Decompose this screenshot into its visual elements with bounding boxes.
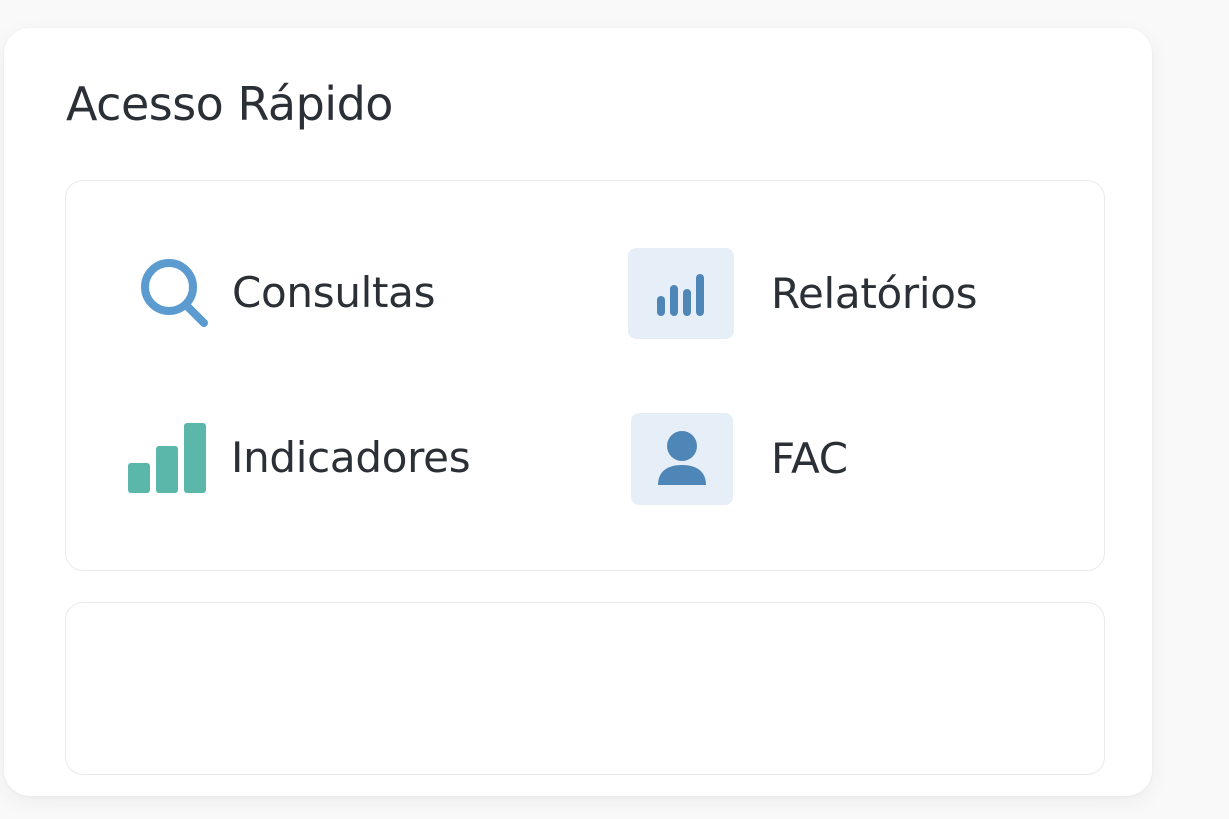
quick-link-relatorios[interactable]: Relatórios [628,248,978,339]
quick-link-label: Indicadores [231,433,471,482]
search-icon [136,255,212,331]
panel-title: Acesso Rápido [66,77,393,131]
quick-link-indicadores[interactable]: Indicadores [126,421,471,495]
quick-link-label: Consultas [232,268,436,317]
empty-card [65,602,1105,775]
quick-link-consultas[interactable]: Consultas [136,255,436,331]
quick-link-label: FAC [771,434,848,483]
quick-link-fac[interactable]: FAC [631,413,848,505]
bar-chart-icon [628,248,734,339]
quick-access-panel: Acesso Rápido Consultas Relatórios Indic… [4,28,1152,796]
user-icon [631,413,733,505]
quick-links-card: Consultas Relatórios Indicadores FAC [65,180,1105,571]
quick-link-label: Relatórios [771,268,978,318]
indicators-icon [126,421,210,495]
